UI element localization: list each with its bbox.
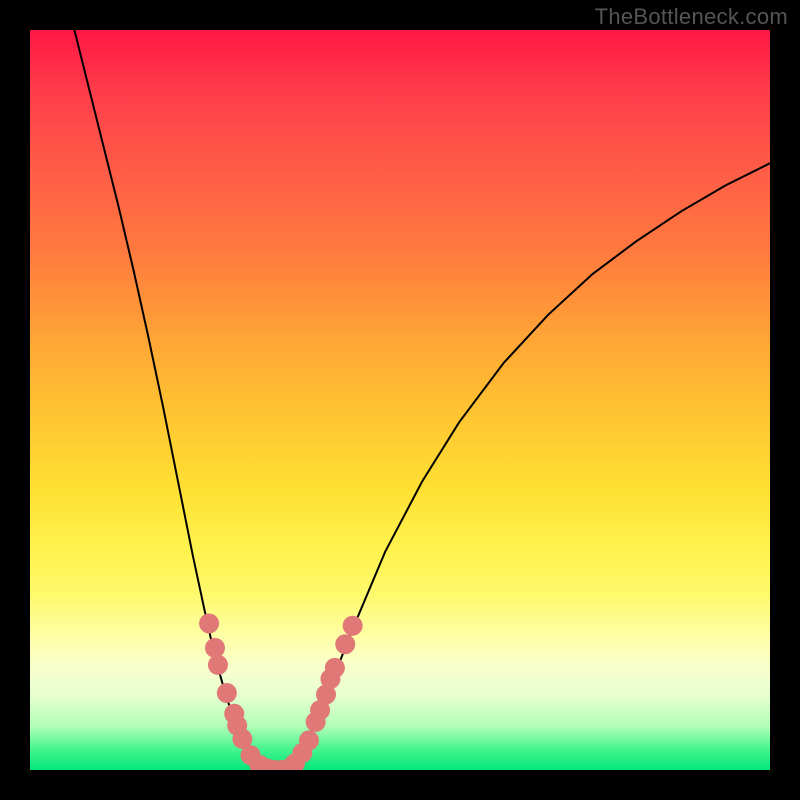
data-marker — [325, 658, 345, 678]
data-marker — [217, 683, 237, 703]
marker-group — [199, 613, 363, 770]
bottleneck-curve — [74, 30, 770, 770]
curve-layer — [30, 30, 770, 770]
plot-area — [30, 30, 770, 770]
chart-frame: TheBottleneck.com — [0, 0, 800, 800]
watermark-text: TheBottleneck.com — [595, 4, 788, 30]
data-marker — [299, 730, 319, 750]
data-marker — [208, 655, 228, 675]
data-marker — [199, 613, 219, 633]
data-marker — [335, 634, 355, 654]
curve-group — [74, 30, 770, 770]
data-marker — [343, 616, 363, 636]
data-marker — [205, 638, 225, 658]
